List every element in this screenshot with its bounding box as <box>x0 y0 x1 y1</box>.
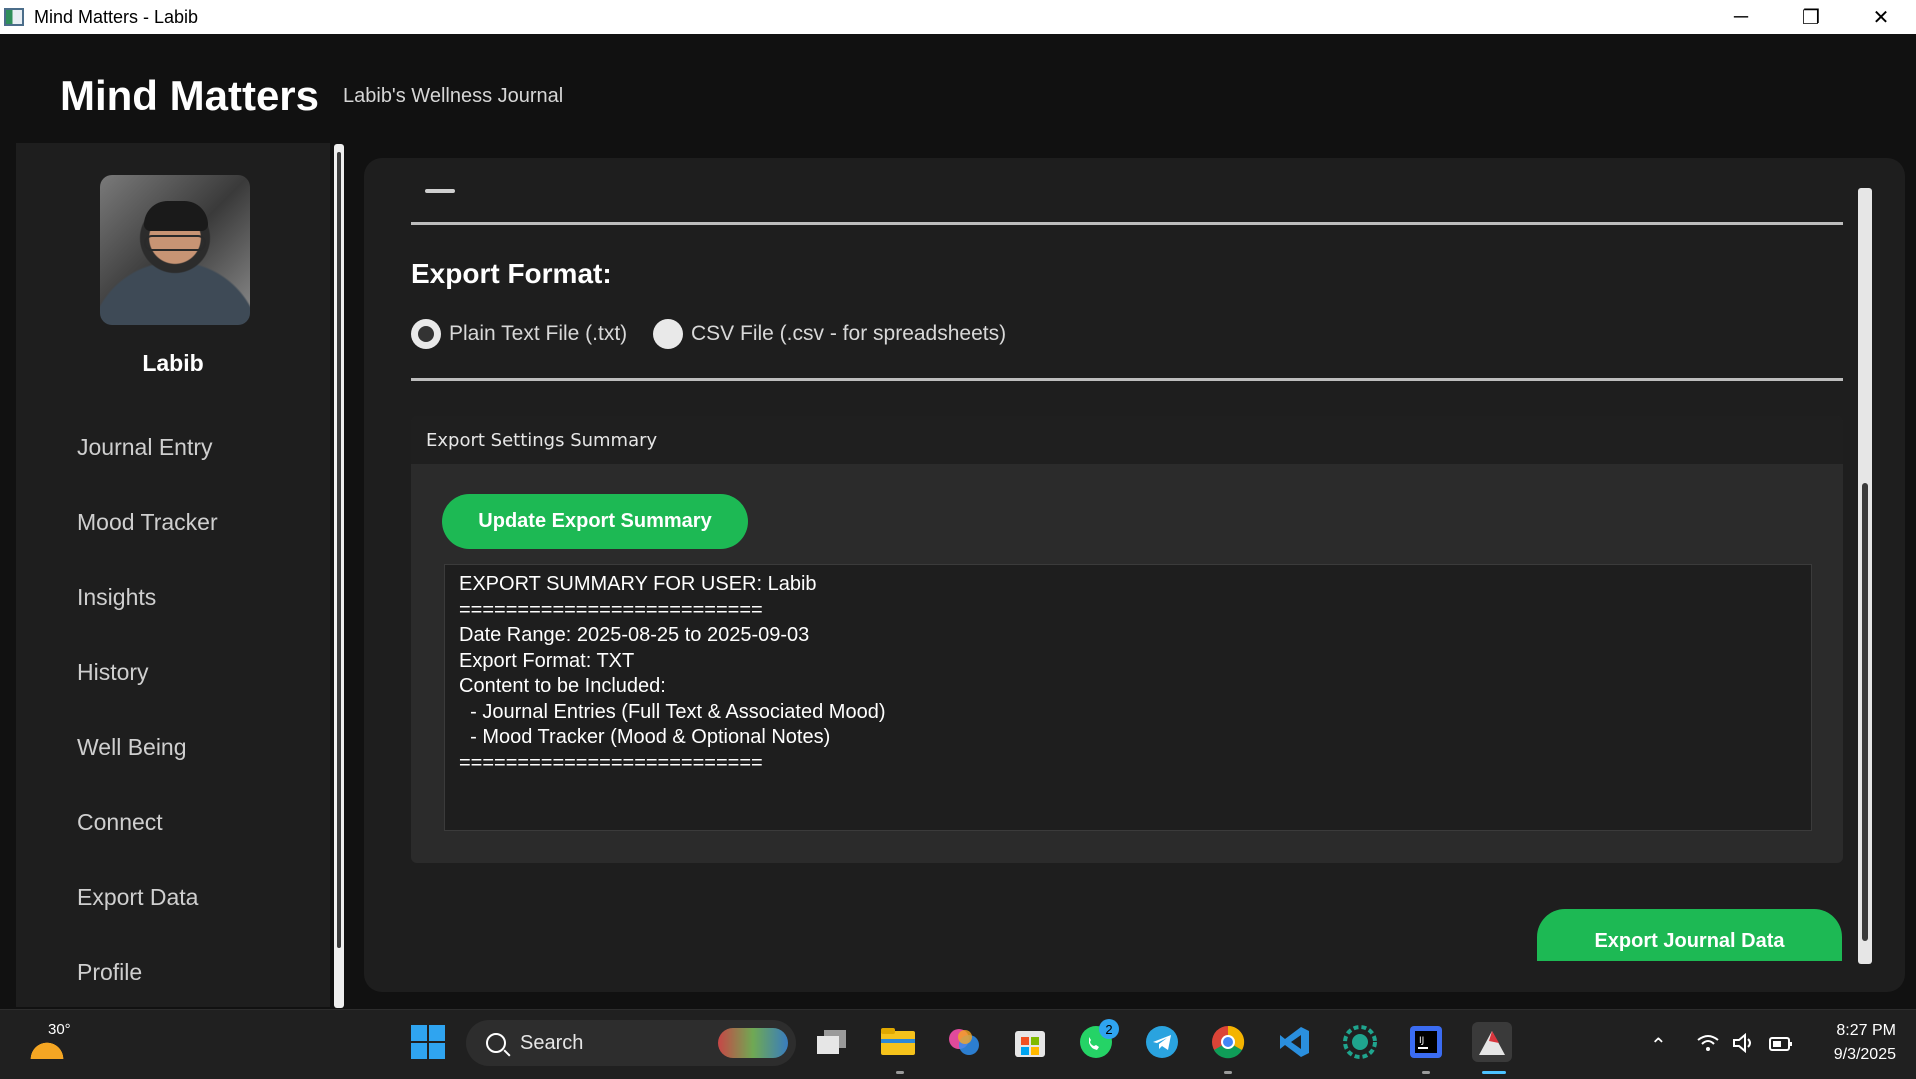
volume-icon[interactable] <box>1732 1032 1756 1059</box>
weather-temp: 30° <box>48 1021 71 1038</box>
radio-csv[interactable] <box>653 319 683 349</box>
vscode-icon[interactable] <box>1274 1022 1314 1062</box>
export-journal-data-button[interactable]: Export Journal Data <box>1537 909 1842 961</box>
window-title: Mind Matters - Labib <box>34 6 199 27</box>
copilot-icon[interactable] <box>944 1022 984 1062</box>
radio-label-txt: Plain Text File (.txt) <box>449 322 628 345</box>
sidebar-item-insights[interactable]: Insights <box>77 584 156 611</box>
sidebar-scrollbar[interactable] <box>334 144 344 1008</box>
svg-text:IJ: IJ <box>1419 1036 1424 1046</box>
microsoft-store-icon[interactable] <box>1010 1022 1050 1062</box>
weather-icon <box>30 1035 64 1059</box>
file-explorer-icon[interactable] <box>878 1022 918 1062</box>
whatsapp-badge: 2 <box>1099 1019 1119 1039</box>
intellij-icon[interactable]: IJ <box>1406 1022 1446 1062</box>
battery-icon[interactable] <box>1768 1033 1794 1059</box>
start-icon-tile <box>411 1043 427 1059</box>
search-label: Search <box>520 1031 584 1054</box>
main-scrollbar[interactable] <box>1858 188 1872 964</box>
start-icon-tile <box>429 1043 445 1059</box>
windows-start-icon[interactable] <box>408 1022 448 1062</box>
main-scrollbar-thumb[interactable] <box>1862 483 1868 941</box>
screen-recorder-icon[interactable] <box>1340 1022 1380 1062</box>
search-highlight-icon <box>718 1028 788 1058</box>
system-clock[interactable]: 8:27 PM 9/3/2025 <box>1834 1019 1896 1067</box>
sidebar-item-export-data[interactable]: Export Data <box>77 884 198 911</box>
radio-label-csv: CSV File (.csv - for spreadsheets) <box>691 322 1007 345</box>
avatar-glasses <box>144 235 206 251</box>
app-subtitle: Labib's Wellness Journal <box>343 85 564 107</box>
chevron-up-icon[interactable]: ⌃ <box>1650 1033 1667 1058</box>
java-app-icon[interactable] <box>1472 1022 1512 1062</box>
summary-card-title: Export Settings Summary <box>411 416 1843 464</box>
window-controls: ─ ❐ ✕ <box>1706 0 1916 34</box>
sidebar-scrollbar-thumb[interactable] <box>337 152 341 948</box>
sidebar-item-profile[interactable]: Profile <box>77 959 142 986</box>
export-summary-textarea[interactable]: EXPORT SUMMARY FOR USER: Labib =========… <box>444 564 1812 831</box>
running-indicator <box>1422 1071 1430 1074</box>
sidebar-item-connect[interactable]: Connect <box>77 809 163 836</box>
active-app-indicator <box>1482 1071 1506 1074</box>
user-name: Labib <box>142 350 204 376</box>
radio-option-csv[interactable]: CSV File (.csv - for spreadsheets) <box>653 319 1006 349</box>
export-format-title: Export Format: <box>411 258 612 289</box>
restore-button[interactable]: ❐ <box>1776 0 1846 34</box>
radio-txt[interactable] <box>411 319 441 349</box>
taskbar-search[interactable]: Search <box>466 1020 796 1066</box>
task-view-icon[interactable] <box>812 1022 852 1062</box>
update-export-summary-button[interactable]: Update Export Summary <box>442 494 748 549</box>
start-icon-tile <box>411 1025 427 1041</box>
sidebar-item-well-being[interactable]: Well Being <box>77 734 187 761</box>
running-indicator <box>1224 1071 1232 1074</box>
app-title: Mind Matters <box>60 72 320 119</box>
close-button[interactable]: ✕ <box>1846 0 1916 34</box>
app-window-icon <box>4 8 24 26</box>
sidebar-item-mood-tracker[interactable]: Mood Tracker <box>77 509 218 536</box>
divider-middle <box>411 378 1843 381</box>
radio-option-txt[interactable]: Plain Text File (.txt) <box>411 319 627 349</box>
weather-widget[interactable]: 30° <box>26 1017 86 1067</box>
chrome-icon[interactable] <box>1208 1022 1248 1062</box>
avatar-hair <box>144 201 208 231</box>
collapse-handle[interactable] <box>425 189 455 193</box>
window-titlebar: Mind Matters - Labib ─ ❐ ✕ <box>0 0 1916 34</box>
avatar <box>100 175 250 325</box>
start-icon-tile <box>429 1025 445 1041</box>
divider-top <box>411 222 1843 225</box>
running-indicator <box>896 1071 904 1074</box>
clock-date: 9/3/2025 <box>1833 1046 1896 1063</box>
search-icon <box>486 1033 506 1053</box>
wifi-icon[interactable] <box>1696 1033 1720 1059</box>
sidebar-item-journal-entry[interactable]: Journal Entry <box>77 434 213 461</box>
minimize-button[interactable]: ─ <box>1706 0 1776 34</box>
sidebar-item-history[interactable]: History <box>77 659 149 686</box>
clock-time: 8:27 PM <box>1836 1022 1896 1039</box>
telegram-icon[interactable] <box>1142 1022 1182 1062</box>
